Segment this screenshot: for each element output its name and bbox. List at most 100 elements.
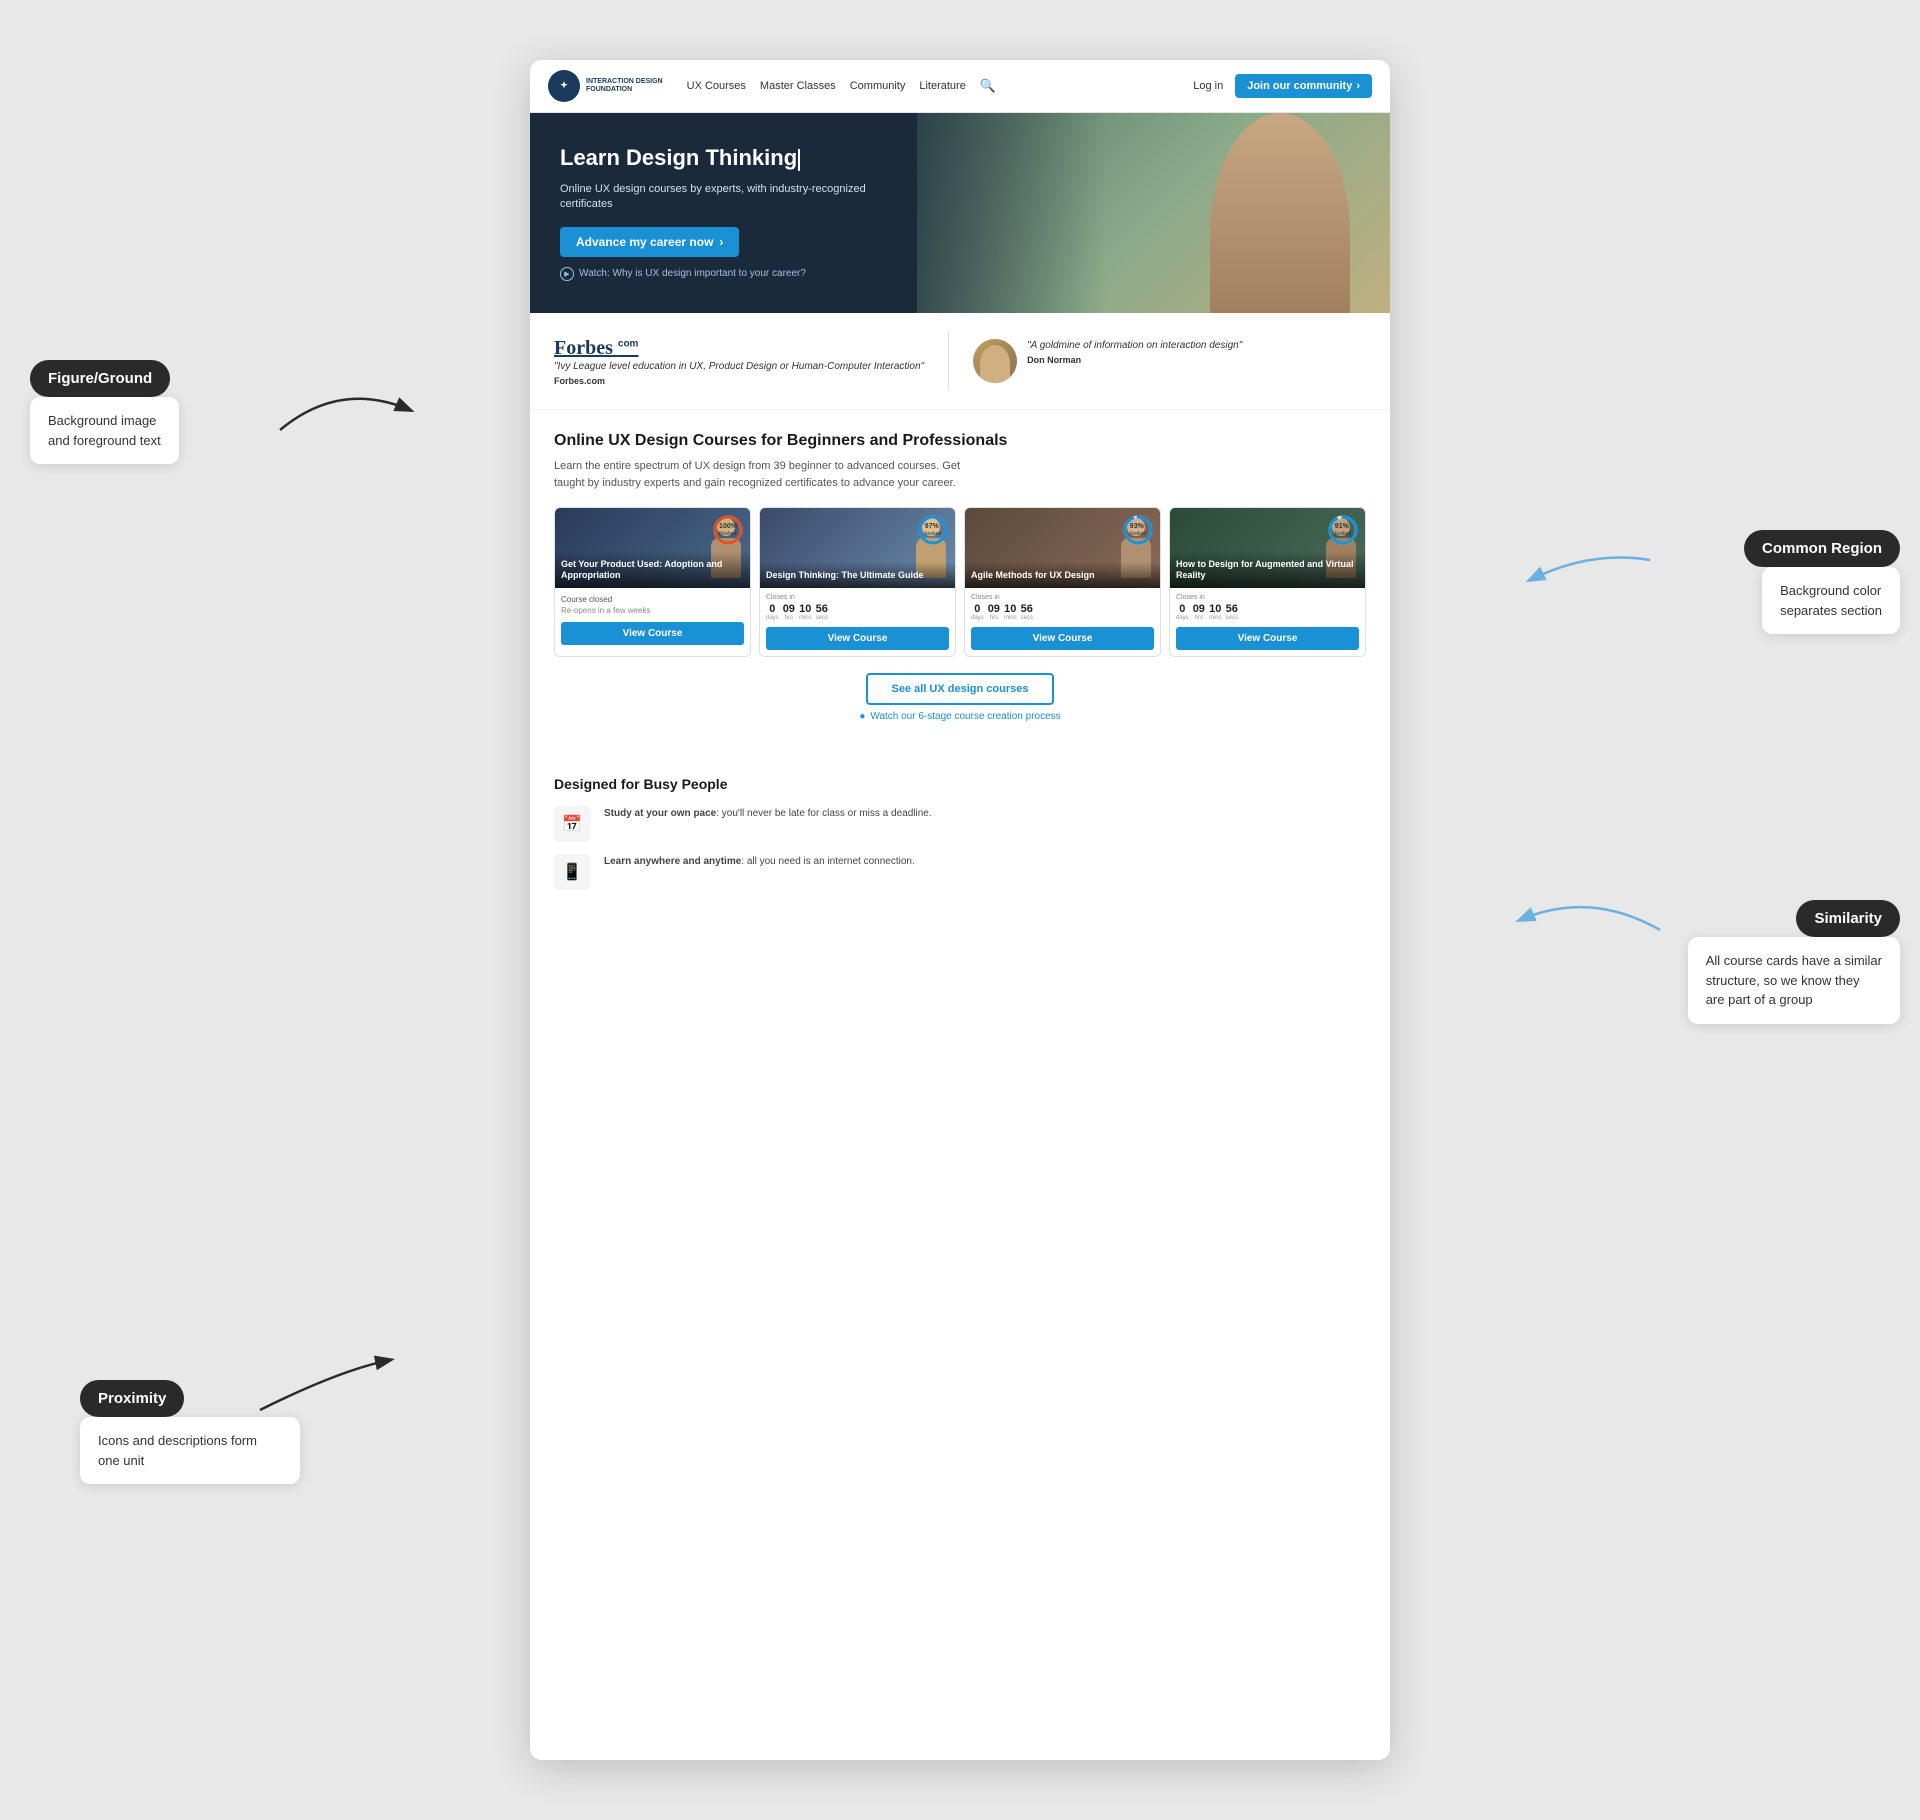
course-title-1: Get Your Product Used: Adoption and Appr…	[561, 559, 744, 582]
view-course-btn-1[interactable]: View Course	[561, 622, 744, 645]
timer-hrs-2: 09 hrs	[783, 604, 795, 621]
cursor	[798, 149, 800, 171]
proximity-label: Proximity	[80, 1380, 184, 1417]
annotation-common-region: Common Region Background colorseparates …	[1744, 530, 1900, 634]
ring-1: 100%finished	[712, 514, 744, 546]
course-overlay-1: Get Your Product Used: Adoption and Appr…	[555, 551, 750, 588]
timer-hrs-3: 09 hrs	[988, 604, 1000, 621]
forbes-quote: "Ivy League level education in UX, Produ…	[554, 360, 924, 374]
timer-mins-2: 10 mins	[799, 604, 812, 621]
page-wrapper: ✦ INTERACTION DESIGN FOUNDATION UX Cours…	[0, 0, 1920, 1820]
hero-watch-link[interactable]: ▶ Watch: Why is UX design important to y…	[560, 267, 910, 281]
course-cards-grid: Get Your Product Used: Adoption and Appr…	[554, 507, 1366, 657]
logo[interactable]: ✦ INTERACTION DESIGN FOUNDATION	[548, 70, 663, 102]
timer-days-4: 0 days	[1176, 604, 1189, 621]
busy-item-1: 📅 Study at your own pace: you'll never b…	[554, 806, 1366, 842]
don-avatar-shape	[980, 345, 1010, 383]
course-closed-text: Course closedRe-opens in a few weeks	[561, 594, 744, 616]
timer-hrs-4: 09 hrs	[1193, 604, 1205, 621]
arrow-common-region	[1520, 540, 1660, 600]
ring-label-1: 100%finished	[719, 523, 737, 537]
mobile-icon: 📱	[554, 854, 590, 890]
course-title-2: Design Thinking: The Ultimate Guide	[766, 570, 949, 582]
ring-label-4: 91%booked	[1335, 523, 1351, 537]
nav-right: Log in Join our community ›	[1193, 74, 1372, 98]
courses-actions: See all UX design courses ● Watch our 6-…	[554, 673, 1366, 722]
annotation-similarity: Similarity All course cards have a simil…	[1688, 900, 1900, 1024]
course-bottom-4: Closes in 0 days 09 hrs 10	[1170, 588, 1365, 656]
busy-text-2: Learn anywhere and anytime: all you need…	[604, 854, 915, 869]
hero-overlay	[917, 113, 1390, 313]
nav-community[interactable]: Community	[850, 80, 906, 92]
timer-secs-4: 56 secs	[1226, 604, 1238, 621]
ring-2: 97%booked	[917, 514, 949, 546]
search-icon[interactable]: 🔍	[980, 78, 996, 94]
ring-4: 91%booked	[1327, 514, 1359, 546]
course-img-4: How to Design for Augmented and Virtual …	[1170, 508, 1365, 588]
course-bottom-3: Closes in 0 days 09 hrs 10	[965, 588, 1160, 656]
view-course-btn-4[interactable]: View Course	[1176, 627, 1359, 650]
don-norman-testimonial: "A goldmine of information on interactio…	[973, 339, 1242, 383]
browser-card: ✦ INTERACTION DESIGN FOUNDATION UX Cours…	[530, 60, 1390, 1760]
hero-section: Learn Design Thinking Online UX design c…	[530, 113, 1390, 313]
progress-ring-1: 100%finished	[712, 514, 744, 546]
busy-text-1: Study at your own pace: you'll never be …	[604, 806, 932, 821]
progress-ring-3: 93%booked	[1122, 514, 1154, 546]
figure-ground-label: Figure/Ground	[30, 360, 170, 397]
forbes-logo: Forbes com	[554, 337, 924, 360]
see-all-button[interactable]: See all UX design courses	[866, 673, 1055, 705]
progress-ring-2: 97%booked	[917, 514, 949, 546]
watch-process-link[interactable]: ● Watch our 6-stage course creation proc…	[554, 711, 1366, 722]
logo-icon: ✦	[548, 70, 580, 102]
course-overlay-2: Design Thinking: The Ultimate Guide	[760, 562, 955, 588]
busy-title: Designed for Busy People	[554, 776, 1366, 792]
nav-master-classes[interactable]: Master Classes	[760, 80, 836, 92]
course-card-2: Design Thinking: The Ultimate Guide 97%b…	[759, 507, 956, 657]
nav-links: UX Courses Master Classes Community Lite…	[687, 78, 1178, 94]
course-img-3: Agile Methods for UX Design 93%booked	[965, 508, 1160, 588]
don-name: Don Norman	[1027, 355, 1242, 365]
logo-text: INTERACTION DESIGN FOUNDATION	[586, 78, 663, 95]
nav-ux-courses[interactable]: UX Courses	[687, 80, 746, 92]
annotation-proximity: Proximity Icons and descriptions form on…	[80, 1380, 300, 1484]
don-quote: "A goldmine of information on interactio…	[1027, 339, 1242, 353]
course-card-3: Agile Methods for UX Design 93%booked	[964, 507, 1161, 657]
course-overlay-4: How to Design for Augmented and Virtual …	[1170, 551, 1365, 588]
calendar-icon: 📅	[554, 806, 590, 842]
course-title-3: Agile Methods for UX Design	[971, 570, 1154, 582]
figure-ground-desc: Background imageand foreground text	[30, 397, 179, 464]
nav-literature[interactable]: Literature	[919, 80, 965, 92]
courses-desc: Learn the entire spectrum of UX design f…	[554, 458, 974, 491]
course-card-1: Get Your Product Used: Adoption and Appr…	[554, 507, 751, 657]
don-text: "A goldmine of information on interactio…	[1027, 339, 1242, 365]
arrow-figure-ground	[260, 370, 420, 450]
login-link[interactable]: Log in	[1193, 80, 1223, 92]
forbes-source: Forbes.com	[554, 376, 924, 386]
ring-label-2: 97%booked	[925, 523, 941, 537]
closes-timer-2: 0 days 09 hrs 10 mins	[766, 604, 949, 621]
closes-timer-4: 0 days 09 hrs 10 mins	[1176, 604, 1359, 621]
play-icon: ▶	[560, 267, 574, 281]
closes-timer-3: 0 days 09 hrs 10 mins	[971, 604, 1154, 621]
courses-title: Online UX Design Courses for Beginners a…	[554, 432, 1366, 450]
course-img-1: Get Your Product Used: Adoption and Appr…	[555, 508, 750, 588]
ring-label-3: 93%booked	[1130, 523, 1146, 537]
view-course-btn-3[interactable]: View Course	[971, 627, 1154, 650]
hero-cta-button[interactable]: Advance my career now ›	[560, 227, 739, 257]
busy-item-2: 📱 Learn anywhere and anytime: all you ne…	[554, 854, 1366, 890]
don-avatar	[973, 339, 1017, 383]
similarity-desc: All course cards have a similarstructure…	[1688, 937, 1900, 1024]
course-title-4: How to Design for Augmented and Virtual …	[1176, 559, 1359, 582]
closes-label-2: Closes in	[766, 594, 949, 601]
annotation-figure-ground: Figure/Ground Background imageand foregr…	[30, 360, 179, 464]
course-img-2: Design Thinking: The Ultimate Guide 97%b…	[760, 508, 955, 588]
join-button[interactable]: Join our community ›	[1235, 74, 1372, 98]
ring-3: 93%booked	[1122, 514, 1154, 546]
view-course-btn-2[interactable]: View Course	[766, 627, 949, 650]
hero-subtitle: Online UX design courses by experts, wit…	[560, 182, 910, 213]
forbes-testimonial: Forbes com "Ivy League level education i…	[554, 337, 924, 386]
course-card-4: How to Design for Augmented and Virtual …	[1169, 507, 1366, 657]
common-region-desc: Background colorseparates section	[1762, 567, 1900, 634]
closes-label-4: Closes in	[1176, 594, 1359, 601]
course-bottom-2: Closes in 0 days 09 hrs 10	[760, 588, 955, 656]
